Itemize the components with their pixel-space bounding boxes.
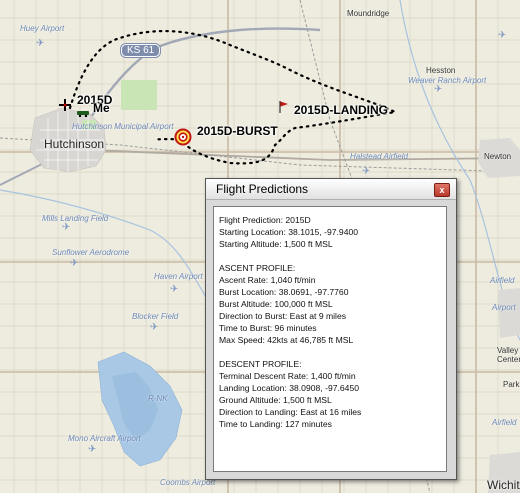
airport-hutchinson-municipal: Hutchinson Municipal Airport	[72, 122, 174, 131]
town-park: Park	[503, 380, 520, 389]
dialog-titlebar[interactable]: Flight Predictions x	[206, 179, 456, 200]
airport-mono: Mono Aircraft Airport	[68, 434, 141, 443]
car-icon	[77, 111, 89, 117]
airport-right-1: Airfield	[490, 276, 515, 285]
airport-mills-landing: Mills Landing Field	[42, 214, 109, 223]
ascent-profile-header: ASCENT PROFILE:	[219, 263, 296, 273]
airport-sunflower: Sunflower Aerodrome	[52, 248, 130, 257]
burst-target-icon[interactable]	[174, 128, 192, 146]
airport-icon: ✈	[170, 284, 179, 295]
airport-icon: ✈	[362, 166, 371, 177]
airport-icon: ✈	[434, 84, 443, 95]
town-moundridge: Moundridge	[347, 9, 390, 18]
starting-location-line: Starting Location: 38.1015, -97.9400	[219, 227, 359, 237]
airport-icon: ✈	[498, 30, 507, 41]
direction-to-landing-line: Direction to Landing: East at 16 miles	[219, 407, 362, 417]
town-newton: Newton	[484, 152, 512, 161]
marker-label-me[interactable]: Me	[93, 101, 110, 115]
airport-icon: ✈	[150, 322, 159, 333]
town-hesston: Hesston	[426, 66, 456, 75]
marker-label-burst[interactable]: 2015D-BURST	[197, 124, 278, 138]
highway-shield-ks61: KS 61	[121, 44, 161, 57]
town-valley-center: Valley Center	[497, 346, 520, 364]
airport-haven: Haven Airport	[154, 272, 203, 281]
airport-right-3: Airfield	[492, 418, 517, 427]
airport-icon: ✈	[62, 222, 71, 233]
descent-profile-header: DESCENT PROFILE:	[219, 359, 302, 369]
town-wichita: Wichit	[487, 478, 520, 492]
max-speed-line: Max Speed: 42kts at 46,785 ft MSL	[219, 335, 354, 345]
direction-to-burst-line: Direction to Burst: East at 9 miles	[219, 311, 347, 321]
ascent-rate-line: Ascent Rate: 1,040 ft/min	[219, 275, 316, 285]
airport-icon: ✈	[70, 258, 79, 269]
airport-huey: Huey Airport	[20, 24, 65, 33]
airport-rnk: R-NK	[148, 394, 168, 403]
airport-weaver-ranch: Weaver Ranch Airport	[408, 76, 487, 85]
town-hutchinson: Hutchinson	[44, 137, 105, 151]
burst-altitude-line: Burst Altitude: 100,000 ft MSL	[219, 299, 333, 309]
airport-icon: ✈	[36, 38, 45, 49]
marker-label-landing[interactable]: 2015D-LANDING	[294, 103, 388, 117]
flight-predictions-dialog[interactable]: Flight Predictions x Flight Prediction: …	[205, 178, 457, 480]
prediction-details-panel: Flight Prediction: 2015D Starting Locati…	[213, 206, 447, 472]
airport-halstead: Halstead Airfield	[350, 152, 408, 161]
landing-location-line: Landing Location: 38.0908, -97.6450	[219, 383, 360, 393]
airport-icon: ✈	[88, 444, 97, 455]
starting-altitude-line: Starting Altitude: 1,500 ft MSL	[219, 239, 333, 249]
terminal-descent-rate-line: Terminal Descent Rate: 1,400 ft/min	[219, 371, 356, 381]
ground-altitude-line: Ground Altitude: 1,500 ft MSL	[219, 395, 332, 405]
dialog-title: Flight Predictions	[216, 182, 309, 196]
close-button[interactable]: x	[434, 183, 450, 197]
launch-crosshair-icon[interactable]	[58, 98, 72, 112]
airport-blocker: Blocker Field	[132, 312, 179, 321]
burst-location-line: Burst Location: 38.0691, -97.7760	[219, 287, 349, 297]
airport-right-2: Airport	[492, 303, 516, 312]
time-to-burst-line: Time to Burst: 96 minutes	[219, 323, 317, 333]
landing-flag-icon[interactable]	[278, 100, 290, 114]
time-to-landing-line: Time to Landing: 127 minutes	[219, 419, 332, 429]
flight-prediction-line: Flight Prediction: 2015D	[219, 215, 311, 225]
